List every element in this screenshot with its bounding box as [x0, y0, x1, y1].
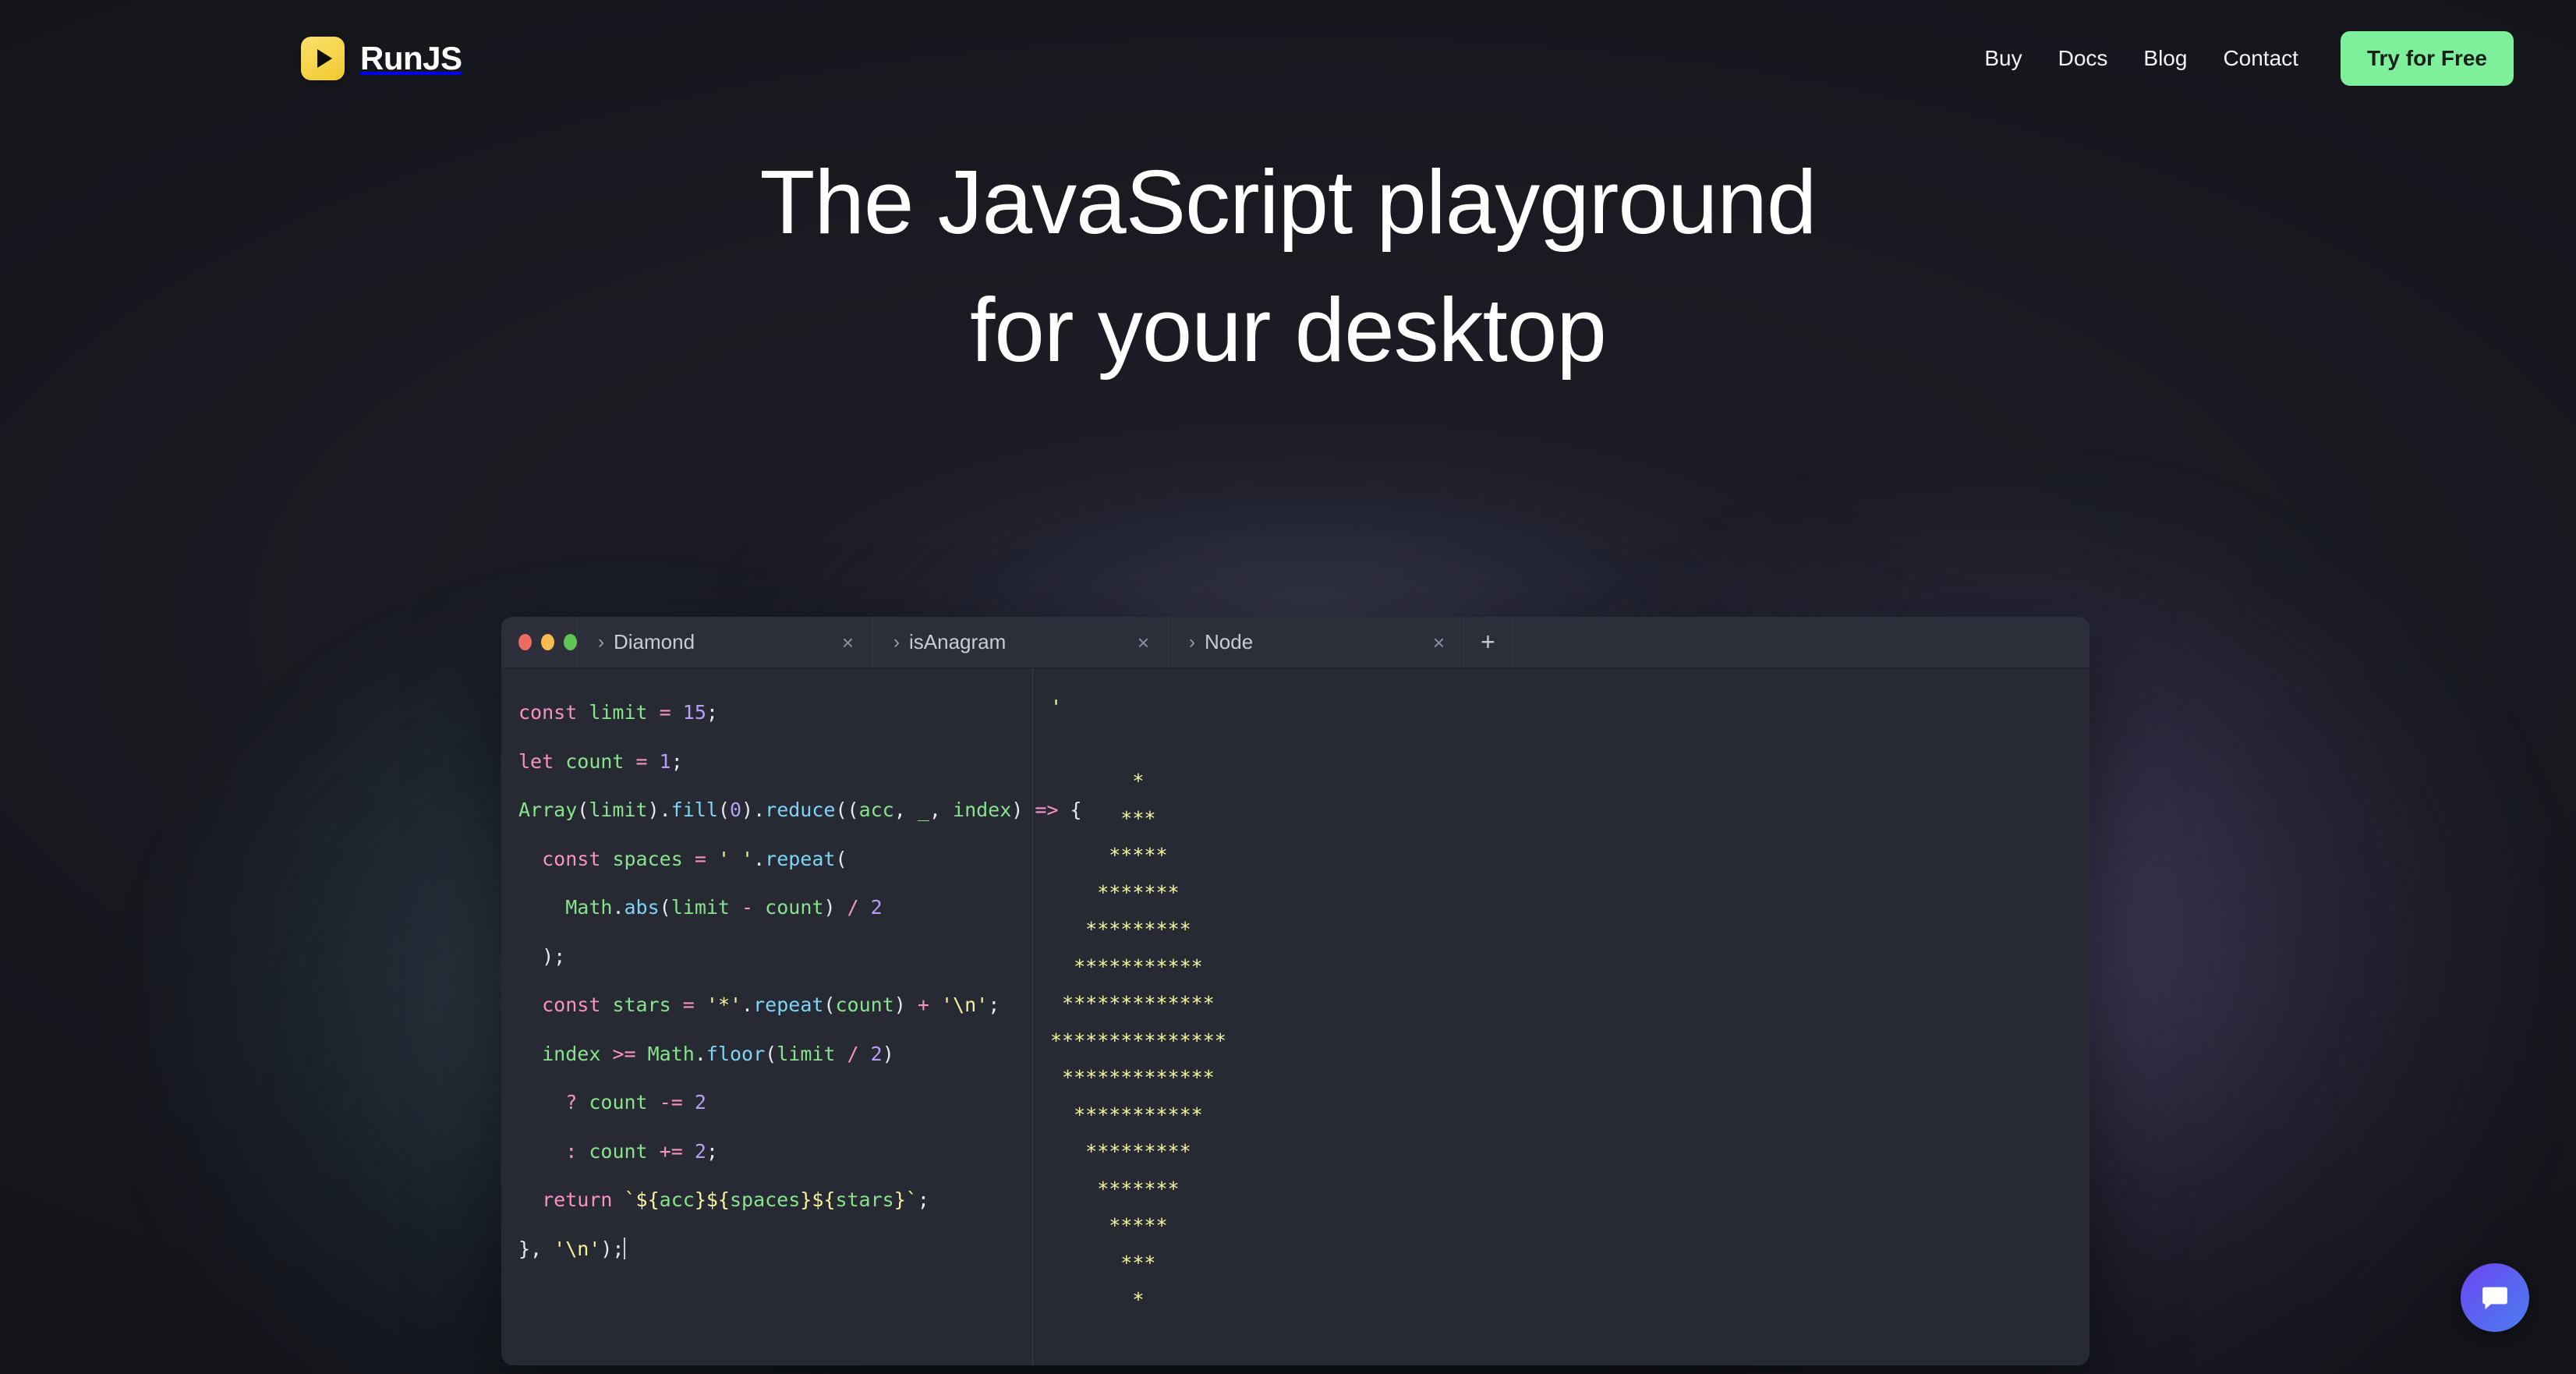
- chat-bubble-icon: [2482, 1287, 2507, 1309]
- close-icon[interactable]: ×: [842, 632, 854, 653]
- brand-name: RunJS: [360, 40, 462, 76]
- runjs-app-window: › Diamond × › isAnagram × › Node × + con…: [501, 617, 2089, 1365]
- tab-node[interactable]: › Node ×: [1169, 617, 1464, 668]
- tab-label: Diamond: [614, 630, 695, 653]
- code-line: const stars = '*'.repeat(count) + '\n';: [542, 993, 1000, 1016]
- close-icon[interactable]: ×: [1433, 632, 1445, 653]
- tab-label: Node: [1205, 630, 1254, 653]
- maximize-window-button[interactable]: [564, 634, 577, 650]
- brand-logo-link[interactable]: RunJS: [301, 37, 462, 80]
- code-line: : count += 2;: [565, 1139, 718, 1163]
- code-line: return `${acc}${spaces}${stars}`;: [542, 1188, 929, 1211]
- code-line: const limit = 15;: [518, 701, 718, 724]
- code-line: }, '\n');: [518, 1237, 626, 1260]
- code-line: Array(limit).fill(0).reduce((acc, _, ind…: [518, 799, 1082, 821]
- code-content: const limit = 15; let count = 1; Array(l…: [518, 689, 1082, 1273]
- try-for-free-button[interactable]: Try for Free: [2340, 31, 2514, 86]
- chat-widget-button[interactable]: [2461, 1263, 2529, 1332]
- window-controls: [501, 617, 578, 668]
- code-line: index >= Math.floor(limit / 2): [542, 1042, 894, 1065]
- code-line: );: [542, 944, 566, 968]
- nav-link-docs[interactable]: Docs: [2058, 46, 2108, 71]
- new-tab-button[interactable]: +: [1464, 617, 1513, 668]
- output-content: ' * *** ***** ******* ********* ********…: [1050, 696, 1226, 1365]
- tab-isanagram[interactable]: › isAnagram ×: [873, 617, 1169, 668]
- app-panes: const limit = 15; let count = 1; Array(l…: [501, 668, 2089, 1365]
- text-cursor: [624, 1237, 626, 1259]
- code-editor-pane[interactable]: const limit = 15; let count = 1; Array(l…: [501, 668, 1082, 1365]
- tab-diamond[interactable]: › Diamond ×: [578, 617, 873, 668]
- minimize-window-button[interactable]: [541, 634, 554, 650]
- site-header: RunJS Buy Docs Blog Contact Try for Free: [0, 0, 2576, 117]
- code-line: ? count -= 2: [565, 1091, 706, 1114]
- hero-line-2: for your desktop: [970, 278, 1607, 381]
- nav-link-blog[interactable]: Blog: [2143, 46, 2187, 71]
- code-line: let count = 1;: [518, 749, 683, 773]
- hero-line-1: The JavaScript playground: [759, 151, 1817, 253]
- page-title: The JavaScript playground for your deskt…: [0, 139, 2576, 394]
- code-line: Math.abs(limit - count) / 2: [565, 896, 883, 919]
- chevron-right-icon: ›: [1189, 631, 1195, 653]
- code-line: const spaces = ' '.repeat(: [542, 847, 847, 870]
- output-pane: ' * *** ***** ******* ********* ********…: [1033, 668, 2089, 1365]
- close-window-button[interactable]: [518, 634, 532, 650]
- play-logo-icon: [301, 37, 345, 80]
- nav-link-contact[interactable]: Contact: [2223, 46, 2298, 71]
- chevron-right-icon: ›: [893, 631, 900, 653]
- tab-label: isAnagram: [909, 630, 1007, 653]
- nav-link-buy[interactable]: Buy: [1984, 46, 2022, 71]
- hero-section: The JavaScript playground for your deskt…: [0, 139, 2576, 394]
- close-icon[interactable]: ×: [1138, 632, 1149, 653]
- chevron-right-icon: ›: [598, 631, 604, 653]
- main-nav: Buy Docs Blog Contact Try for Free: [1984, 31, 2514, 86]
- app-titlebar: › Diamond × › isAnagram × › Node × +: [501, 617, 2089, 668]
